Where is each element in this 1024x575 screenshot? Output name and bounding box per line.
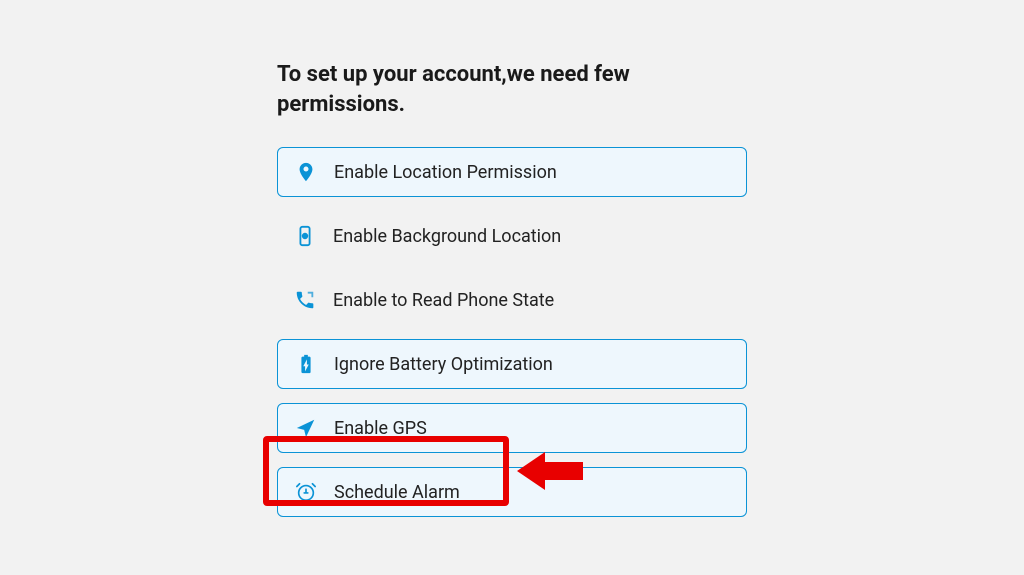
navigation-icon [292, 417, 320, 439]
permission-enable-gps[interactable]: Enable GPS [277, 403, 747, 453]
permission-phone-state[interactable]: Enable to Read Phone State [277, 275, 747, 325]
permission-label: Enable Background Location [333, 226, 561, 247]
permissions-panel: To set up your account,we need few permi… [277, 60, 747, 531]
phone-state-icon [291, 289, 319, 311]
permission-label: Schedule Alarm [334, 482, 460, 503]
permission-enable-location[interactable]: Enable Location Permission [277, 147, 747, 197]
location-pin-icon [292, 161, 320, 183]
battery-icon [292, 353, 320, 375]
permission-label: Enable GPS [334, 418, 427, 439]
permission-background-location[interactable]: Enable Background Location [277, 211, 747, 261]
permission-schedule-alarm[interactable]: Schedule Alarm [277, 467, 747, 517]
permission-label: Ignore Battery Optimization [334, 354, 553, 375]
permission-label: Enable to Read Phone State [333, 290, 554, 311]
page-title: To set up your account,we need few permi… [277, 60, 747, 119]
permission-battery-optimization[interactable]: Ignore Battery Optimization [277, 339, 747, 389]
alarm-icon [292, 481, 320, 503]
permission-label: Enable Location Permission [334, 162, 557, 183]
phone-location-icon [291, 225, 319, 247]
